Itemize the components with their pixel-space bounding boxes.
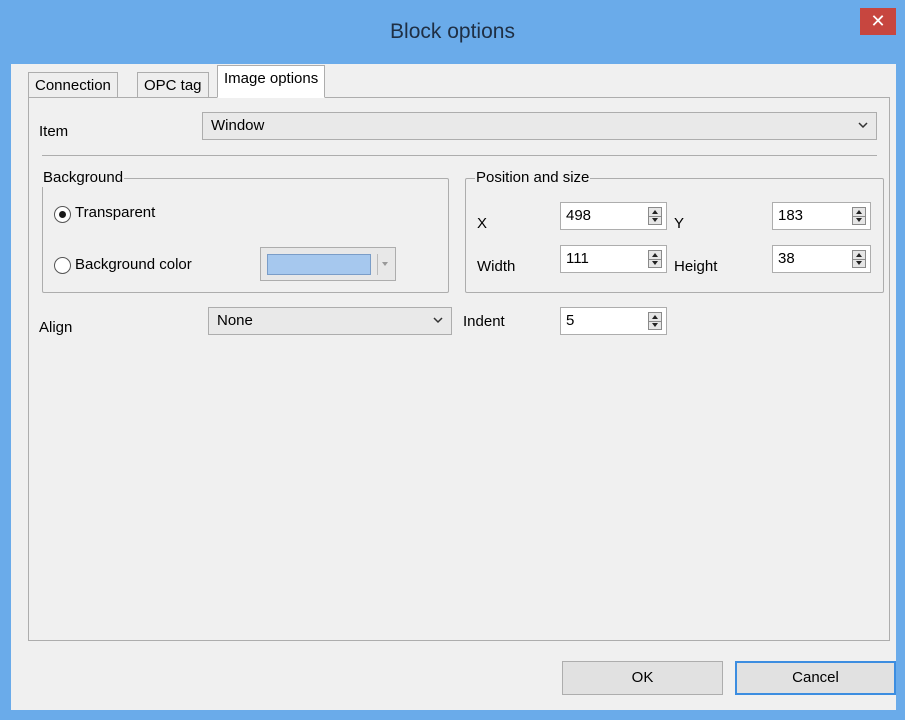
background-color-radio[interactable] [54, 257, 71, 274]
radio-selected-dot [59, 211, 66, 218]
y-value: 183 [778, 207, 804, 224]
spin-up-icon [652, 315, 658, 319]
align-select[interactable]: None [208, 307, 452, 335]
item-select[interactable]: Window [202, 112, 877, 140]
width-label: Width [477, 258, 516, 275]
height-spinbox[interactable]: 38 [772, 245, 871, 273]
background-color-picker[interactable] [260, 247, 396, 281]
dialog-client: Connection OPC tag Image options Item Wi… [11, 64, 896, 710]
tab-opc-tag[interactable]: OPC tag [137, 72, 209, 99]
tab-connection-label: Connection [35, 77, 111, 94]
spin-down-icon [856, 218, 862, 222]
position-size-group-title: Position and size [475, 169, 591, 187]
item-label: Item [39, 123, 69, 140]
indent-spin-buttons[interactable] [648, 312, 662, 330]
y-label: Y [674, 215, 685, 232]
x-label: X [477, 215, 488, 232]
tab-panel-image-options: Item Window Background Transparent Backg… [28, 97, 890, 641]
spin-up-icon [856, 253, 862, 257]
transparent-label: Transparent [75, 204, 156, 221]
tab-connection[interactable]: Connection [28, 72, 118, 99]
spin-down-icon [652, 323, 658, 327]
x-value: 498 [566, 207, 592, 224]
x-spin-buttons[interactable] [648, 207, 662, 225]
spin-down-icon [652, 218, 658, 222]
spin-down-icon [652, 261, 658, 265]
indent-value: 5 [566, 312, 575, 329]
height-label: Height [674, 258, 718, 275]
separator [42, 155, 877, 156]
width-spin-buttons[interactable] [648, 250, 662, 268]
spin-up-icon [652, 210, 658, 214]
width-spinbox[interactable]: 111 [560, 245, 667, 273]
color-picker-divider [377, 254, 378, 275]
y-spinbox[interactable]: 183 [772, 202, 871, 230]
color-dropdown-icon [382, 262, 388, 266]
width-value: 111 [566, 250, 589, 267]
y-spin-buttons[interactable] [852, 207, 866, 225]
window-title: Block options [390, 20, 515, 43]
cancel-button[interactable]: Cancel [735, 661, 896, 695]
spin-down-icon [856, 261, 862, 265]
tab-image-options[interactable]: Image options [217, 65, 326, 98]
item-select-value: Window [211, 117, 265, 134]
chevron-down-icon [433, 317, 443, 324]
ok-button[interactable]: OK [562, 661, 723, 695]
tab-image-options-label: Image options [224, 70, 319, 87]
height-spin-buttons[interactable] [852, 250, 866, 268]
color-swatch [267, 254, 371, 275]
x-spinbox[interactable]: 498 [560, 202, 667, 230]
align-label: Align [39, 319, 73, 336]
title-bar: Block options ✕ [0, 0, 905, 64]
spin-up-icon [652, 253, 658, 257]
indent-label: Indent [463, 313, 505, 330]
height-value: 38 [778, 250, 795, 267]
background-color-label: Background color [75, 256, 192, 273]
spin-up-icon [856, 210, 862, 214]
align-select-value: None [217, 312, 253, 329]
background-group-title: Background [42, 169, 125, 187]
close-icon[interactable]: ✕ [860, 8, 896, 35]
chevron-down-icon [858, 122, 868, 129]
tab-opc-tag-label: OPC tag [144, 77, 202, 94]
indent-spinbox[interactable]: 5 [560, 307, 667, 335]
transparent-radio[interactable] [54, 206, 71, 223]
